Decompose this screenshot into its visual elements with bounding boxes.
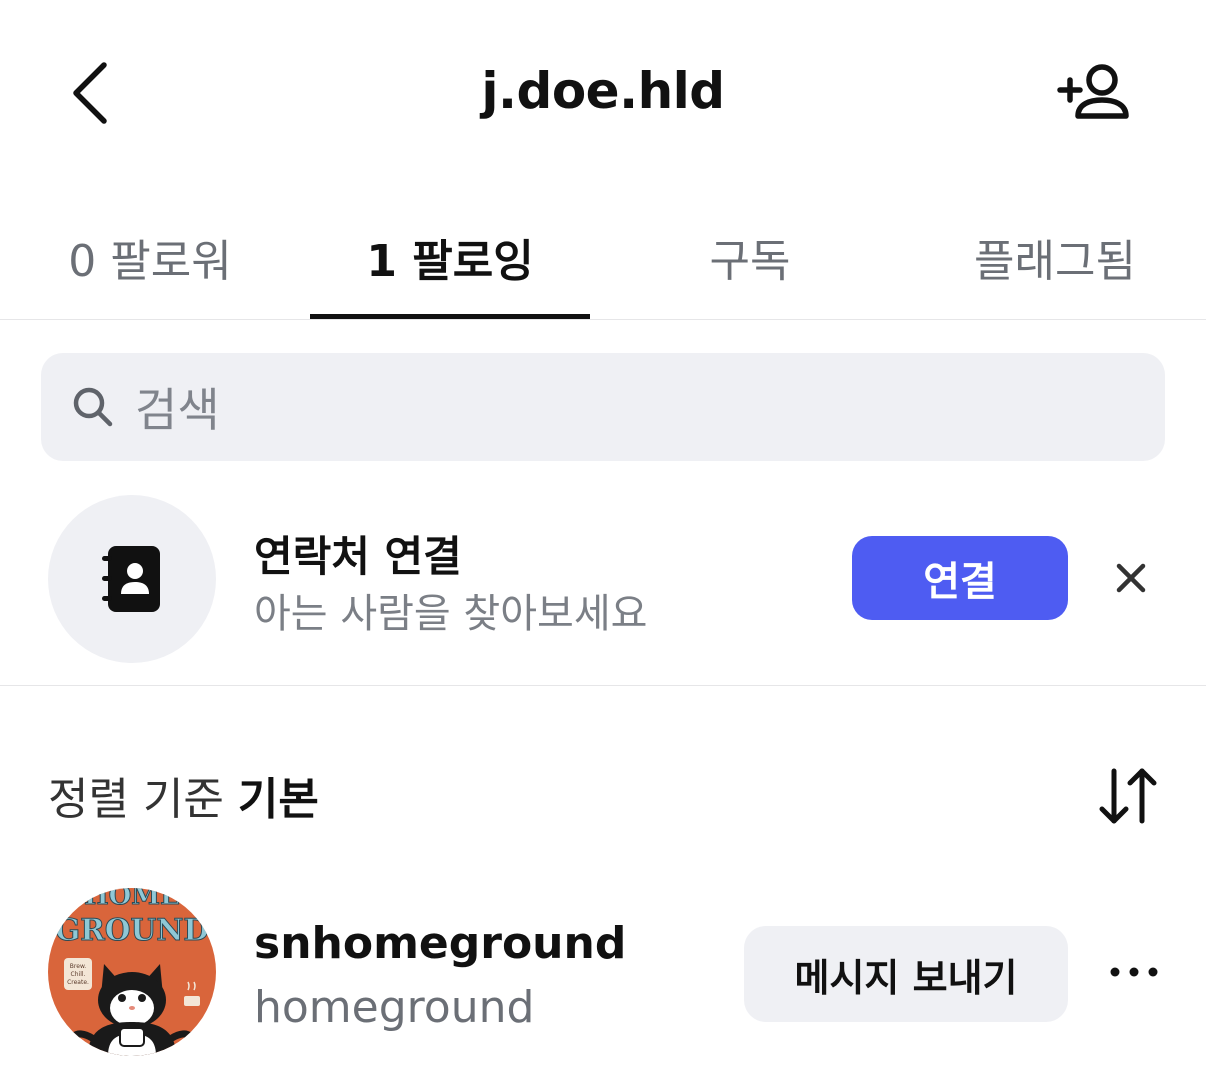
page-title: j.doe.hld [481,62,725,120]
sort-arrows-icon [1099,768,1157,824]
contact-book-icon [102,546,160,612]
sort-button[interactable] [1094,761,1164,831]
username[interactable]: snhomeground [254,918,626,969]
more-options-button[interactable] [1104,952,1164,992]
svg-text:Chill.: Chill. [71,971,86,978]
sort-label-text: 정렬 기준 [48,774,224,825]
homeground-logo-avatar: HOME GROUND Brew. Chill. Create. [48,888,216,1056]
search-placeholder: 검색 [135,383,220,437]
message-button[interactable]: 메시지 보내기 [744,926,1068,1022]
follow-tabs: 0 팔로워 1 팔로잉 구독 플래그됨 [0,195,1206,320]
avatar[interactable]: HOME GROUND Brew. Chill. Create. [48,888,216,1056]
sort-value: 기본 [237,774,319,825]
contacts-icon-circle [48,495,216,663]
display-name: homeground [254,982,535,1033]
svg-text:Create.: Create. [67,979,89,986]
search-input[interactable]: 검색 [41,353,1165,461]
add-person-button[interactable] [1052,58,1132,128]
add-person-icon [1057,64,1129,119]
svg-text:GROUND: GROUND [55,913,209,948]
svg-text:Brew.: Brew. [70,963,86,970]
sort-label: 정렬 기준 기본 [48,763,319,827]
contacts-sync-card: 연락처 연결 아는 사람을 찾아보세요 연결 [0,493,1206,686]
tab-following[interactable]: 1 팔로잉 [310,225,590,289]
list-item[interactable]: HOME GROUND Brew. Chill. Create. snhomeg… [0,888,1206,1058]
dismiss-button[interactable] [1106,553,1156,603]
more-horizontal-icon [1110,967,1158,977]
tab-subscriptions[interactable]: 구독 [680,225,820,289]
svg-text:HOME: HOME [84,888,180,911]
search-icon [73,387,113,427]
tab-flagged[interactable]: 플래그됨 [960,225,1150,289]
sort-row: 정렬 기준 기본 [0,755,1206,835]
connect-contacts-button[interactable]: 연결 [852,536,1068,620]
active-tab-indicator [310,314,590,319]
contacts-card-subtitle: 아는 사람을 찾아보세요 [254,591,648,637]
close-icon [1116,563,1146,593]
contacts-card-title: 연락처 연결 [254,532,462,581]
top-bar: j.doe.hld [0,0,1206,185]
tab-followers[interactable]: 0 팔로워 [60,225,240,289]
